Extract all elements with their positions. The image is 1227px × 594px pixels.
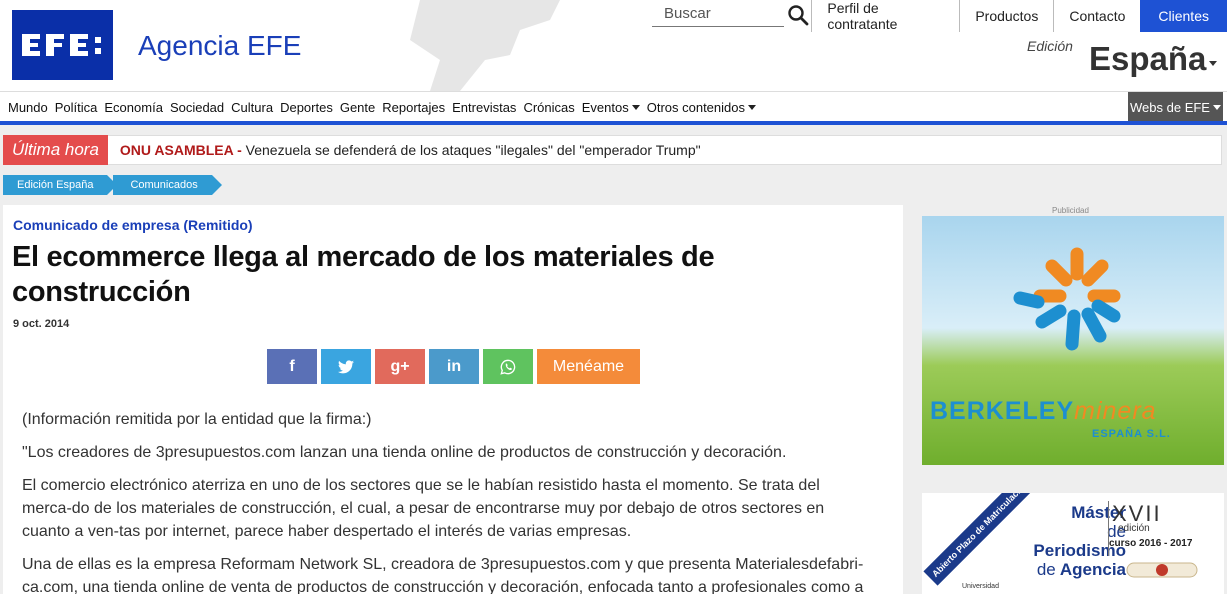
search-input[interactable]: [652, 0, 784, 27]
linkedin-icon: in: [446, 357, 462, 375]
article-date: 9 oct. 2014: [13, 318, 70, 330]
webs-label: Webs de EFE: [1130, 99, 1210, 115]
utility-bar: Perfil de contratante Productos Contacto…: [652, 0, 1227, 32]
chevron-down-icon: [631, 104, 640, 110]
edition-caret-icon[interactable]: [1209, 61, 1217, 66]
advertising-label: Publicidad: [1052, 206, 1089, 215]
ad-agencia-word: Agencia: [1059, 560, 1126, 579]
ad-berkeley-name-b: minera: [1074, 397, 1157, 425]
breadcrumb-edicion-espana[interactable]: Edición España: [3, 175, 118, 195]
breaking-headline[interactable]: ONU ASAMBLEA - Venezuela se defenderá de…: [120, 142, 701, 158]
site-header: Agencia EFE Perfil de contratante Produc…: [0, 0, 1227, 91]
chevron-down-icon: [748, 104, 756, 110]
nav-otros-label: Otros contenidos: [646, 99, 745, 115]
nav-divider: [0, 121, 1227, 125]
map-decoration: [410, 0, 560, 91]
perfil-contratante-link[interactable]: Perfil de contratante: [811, 0, 959, 32]
edition-selector[interactable]: España: [1089, 40, 1206, 78]
article: Comunicado de empresa (Remitido) El ecom…: [3, 205, 903, 594]
googleplus-icon: g+: [390, 357, 410, 375]
nav-item-eventos[interactable]: Eventos: [582, 100, 640, 115]
whatsapp-icon: [500, 359, 516, 375]
nav-item-reportajes[interactable]: Reportajes: [382, 100, 445, 115]
article-paragraph: Una de ellas es la empresa Reformam Netw…: [22, 556, 864, 594]
diploma-scroll-icon: [1126, 562, 1198, 578]
nav-eventos-label: Eventos: [581, 99, 629, 115]
share-linkedin-button[interactable]: in: [429, 349, 479, 384]
productos-link[interactable]: Productos: [959, 0, 1053, 32]
contacto-link[interactable]: Contacto: [1053, 0, 1140, 32]
breadcrumb: Edición España Comunicados: [3, 175, 223, 195]
nav-item-deportes[interactable]: Deportes: [280, 100, 333, 115]
nav-item-entrevistas[interactable]: Entrevistas: [452, 100, 516, 115]
breaking-label: Última hora: [3, 135, 108, 165]
share-whatsapp-button[interactable]: w: [483, 349, 533, 384]
efe-logo[interactable]: [12, 10, 113, 80]
share-buttons: f g+ in w Menéame: [267, 349, 644, 384]
edition-label: Edición: [1027, 38, 1073, 54]
search-icon: [788, 5, 809, 26]
nav-item-politica[interactable]: Política: [55, 100, 98, 115]
ad-edition-label: edición: [1118, 523, 1150, 534]
ad-master-periodismo[interactable]: Abierto Plazo de Matriculación Máster de…: [922, 493, 1224, 594]
facebook-icon: f: [289, 357, 295, 375]
ad-berkeley-minera[interactable]: BERKELEYminera ESPAÑA S.L.: [922, 216, 1224, 465]
main-nav: Mundo Política Economía Sociedad Cultura…: [0, 91, 1227, 122]
nav-item-sociedad[interactable]: Sociedad: [170, 100, 224, 115]
nav-item-otros[interactable]: Otros contenidos: [647, 100, 756, 115]
clientes-button[interactable]: Clientes: [1140, 0, 1227, 32]
article-paragraph: (Información remitida por la entidad que…: [22, 411, 372, 428]
ad-de2-word: de: [1036, 560, 1056, 579]
article-title: El ecommerce llega al mercado de los mat…: [12, 241, 715, 308]
ad-course-year: curso 2016 - 2017: [1109, 538, 1193, 549]
article-kicker[interactable]: Comunicado de empresa (Remitido): [13, 217, 253, 233]
search-button[interactable]: [787, 4, 809, 26]
breaking-news-bar: Última hora ONU ASAMBLEA - Venezuela se …: [3, 135, 1222, 165]
share-googleplus-button[interactable]: g+: [375, 349, 425, 384]
breaking-tag: ONU ASAMBLEA -: [119, 142, 242, 158]
webs-efe-menu[interactable]: Webs de EFE: [1128, 92, 1223, 122]
ad-master-word: Máster: [1071, 503, 1126, 522]
nav-item-cultura[interactable]: Cultura: [231, 100, 273, 115]
nav-item-economia[interactable]: Economía: [104, 100, 163, 115]
nav-item-gente[interactable]: Gente: [340, 100, 375, 115]
twitter-icon: [338, 359, 354, 373]
ad-university-label: Universidad: [962, 583, 999, 590]
ad-berkeley-name-a: BERKELEY: [930, 397, 1075, 425]
nav-item-cronicas[interactable]: Crónicas: [523, 100, 574, 115]
ad-berkeley-sub: ESPAÑA S.L.: [1092, 428, 1171, 440]
share-meneame-button[interactable]: Menéame: [537, 349, 640, 384]
ad-berkeley-name: BERKELEYminera: [930, 397, 1157, 426]
article-body: (Información remitida por la entidad que…: [22, 408, 867, 594]
berkeley-logo-icon: [1013, 247, 1121, 351]
share-twitter-button[interactable]: [321, 349, 371, 384]
breadcrumb-comunicados[interactable]: Comunicados: [113, 175, 223, 195]
breaking-text: Venezuela se defenderá de los ataques "i…: [245, 142, 701, 158]
article-paragraph: El comercio electrónico aterriza en uno …: [22, 477, 825, 540]
share-facebook-button[interactable]: f: [267, 349, 317, 384]
search-box: [652, 0, 809, 30]
article-paragraph: "Los creadores de 3presupuestos.com lanz…: [22, 444, 787, 461]
chevron-down-icon: [1212, 104, 1221, 110]
brand-name[interactable]: Agencia EFE: [138, 30, 301, 62]
nav-item-mundo[interactable]: Mundo: [8, 100, 48, 115]
